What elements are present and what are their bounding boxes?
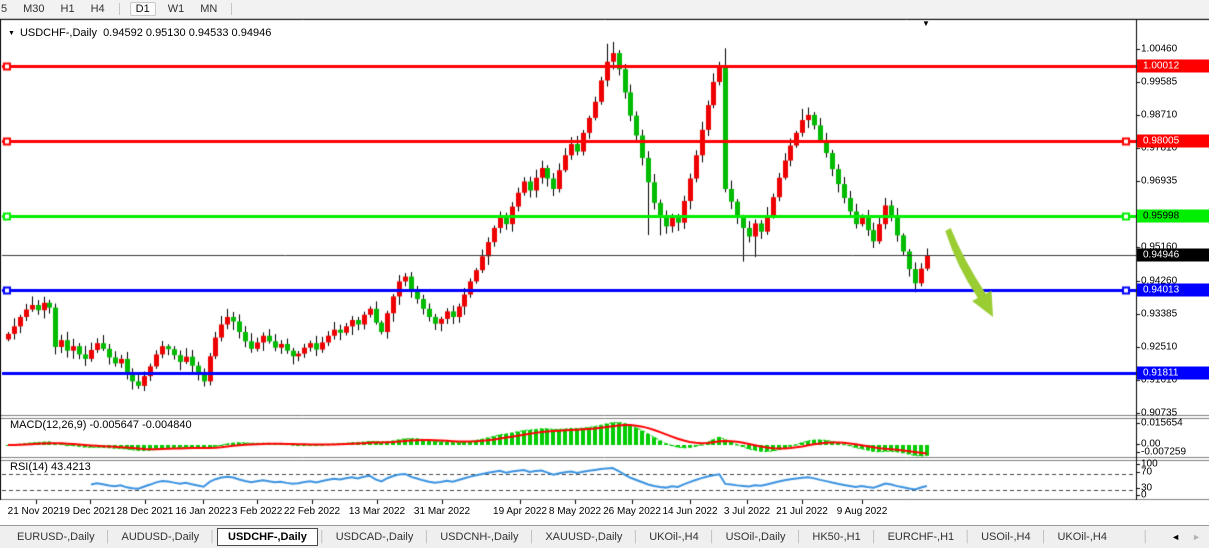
symbol-name: USDCHF-,Daily: [20, 27, 97, 39]
tab-scroll-right-icon[interactable]: ►: [1192, 532, 1201, 542]
current-price-badge[interactable]: 0.94946: [1137, 249, 1209, 262]
tab-separator: │: [796, 531, 803, 543]
tab-separator: │: [632, 531, 639, 543]
symbol-tab-ukoilh4[interactable]: UKOil-,H4: [1048, 529, 1116, 545]
date-axis-label: 13 Mar 2022: [349, 506, 405, 517]
rsi-indicator-label: RSI(14) 43.4213: [10, 461, 91, 473]
chart-shift-marker-icon[interactable]: ▼: [922, 19, 930, 28]
quote-high: 0.95130: [146, 27, 186, 39]
quote-line: ▼ USDCHF-,Daily 0.94592 0.95130 0.94533 0…: [8, 27, 271, 39]
symbol-tab-usoilh4[interactable]: USOil-,H4: [972, 529, 1040, 545]
timeframe-button-5[interactable]: 5: [1, 3, 7, 15]
date-axis-label: 14 Jun 2022: [662, 506, 717, 517]
symbol-tab-eurusddaily[interactable]: EURUSD-,Daily: [8, 529, 104, 545]
date-axis-label: 9 Dec 2021: [64, 506, 115, 517]
price-axis-tick: 0.96935: [1141, 175, 1177, 186]
date-axis-label: 22 Feb 2022: [284, 506, 340, 517]
macd-indicator-label: MACD(12,26,9) -0.005647 -0.004840: [10, 419, 192, 431]
timeframe-button-h4[interactable]: H4: [91, 3, 105, 15]
price-axis-tick: 0.92510: [1141, 341, 1177, 352]
macd-axis-tick: 0.015654: [1141, 418, 1183, 429]
tab-separator: │: [964, 531, 971, 543]
date-axis-label: 31 Mar 2022: [414, 506, 470, 517]
tab-separator: │: [1041, 531, 1048, 543]
date-axis-label: 28 Dec 2021: [117, 506, 174, 517]
timeframe-button-h1[interactable]: H1: [61, 3, 75, 15]
tab-scroll-left-icon[interactable]: ◄: [1171, 532, 1180, 542]
tab-separator: │: [423, 531, 430, 543]
symbol-tab-audusddaily[interactable]: AUDUSD-,Daily: [113, 529, 209, 545]
symbol-tab-ukoilh4[interactable]: UKOil-,H4: [640, 529, 708, 545]
symbol-tab-eurchfh1[interactable]: EURCHF-,H1: [879, 529, 964, 545]
rsi-axis-tick: 70: [1141, 467, 1152, 478]
date-axis-label: 26 May 2022: [603, 506, 661, 517]
level-price-badge[interactable]: 0.94013: [1137, 284, 1209, 297]
tab-separator: │: [528, 531, 535, 543]
rsi-axis-tick: 0: [1141, 490, 1147, 501]
symbol-tab-usdchfdaily[interactable]: USDCHF-,Daily: [217, 528, 318, 546]
toolbar-separator: [119, 3, 120, 15]
tab-separator: │: [1142, 531, 1149, 543]
timeframe-button-w1[interactable]: W1: [168, 3, 185, 15]
symbol-tab-usoildaily[interactable]: USOil-,Daily: [717, 529, 795, 545]
timeframe-toolbar: 5 M30 H1 H4 D1 W1 MN: [0, 0, 1209, 19]
date-axis-label: 8 May 2022: [549, 506, 601, 517]
price-axis-tick: 1.00460: [1141, 44, 1177, 55]
date-axis-label: 9 Aug 2022: [837, 506, 888, 517]
level-price-badge[interactable]: 0.91811: [1137, 366, 1209, 379]
mt4-chart-window: { "toolbar": { "timeframes": [ {"label":…: [0, 0, 1209, 548]
date-axis-label: 19 Apr 2022: [493, 506, 547, 517]
date-axis-label: 21 Jul 2022: [776, 506, 828, 517]
level-price-badge[interactable]: 0.98005: [1137, 134, 1209, 147]
timeframe-button-m30[interactable]: M30: [23, 3, 44, 15]
tab-separator: │: [209, 531, 216, 543]
quote-open: 0.94592: [103, 27, 143, 39]
level-price-badge[interactable]: 1.00012: [1137, 59, 1209, 72]
collapse-triangle-icon[interactable]: ▼: [8, 30, 15, 37]
symbol-tab-xauusddaily[interactable]: XAUUSD-,Daily: [536, 529, 631, 545]
quote-close: 0.94946: [232, 27, 272, 39]
tab-separator: │: [105, 531, 112, 543]
chart-canvas[interactable]: [0, 0, 1209, 548]
tab-separator: │: [319, 531, 326, 543]
level-price-badge[interactable]: 0.95998: [1137, 210, 1209, 223]
date-axis-label: 21 Nov 2021: [8, 506, 65, 517]
symbol-tab-hk50h1[interactable]: HK50-,H1: [803, 529, 869, 545]
toolbar-separator: [231, 3, 232, 15]
date-axis-label: 16 Jan 2022: [175, 506, 230, 517]
symbol-tab-usdcnhdaily[interactable]: USDCNH-,Daily: [431, 529, 527, 545]
date-axis-label: 3 Feb 2022: [232, 506, 283, 517]
timeframe-button-d1[interactable]: D1: [130, 2, 156, 16]
price-axis-tick: 0.98710: [1141, 109, 1177, 120]
tab-separator: │: [871, 531, 878, 543]
price-axis-tick: 0.93385: [1141, 308, 1177, 319]
symbol-tab-bar: EURUSD-,Daily│AUDUSD-,Daily│USDCHF-,Dail…: [0, 525, 1209, 548]
price-axis-tick: 0.99585: [1141, 76, 1177, 87]
macd-axis-tick: -0.007259: [1141, 447, 1186, 458]
quote-low: 0.94533: [189, 27, 229, 39]
timeframe-button-mn[interactable]: MN: [200, 3, 217, 15]
date-axis-label: 3 Jul 2022: [724, 506, 770, 517]
tab-separator: │: [709, 531, 716, 543]
symbol-tab-usdcaddaily[interactable]: USDCAD-,Daily: [327, 529, 423, 545]
